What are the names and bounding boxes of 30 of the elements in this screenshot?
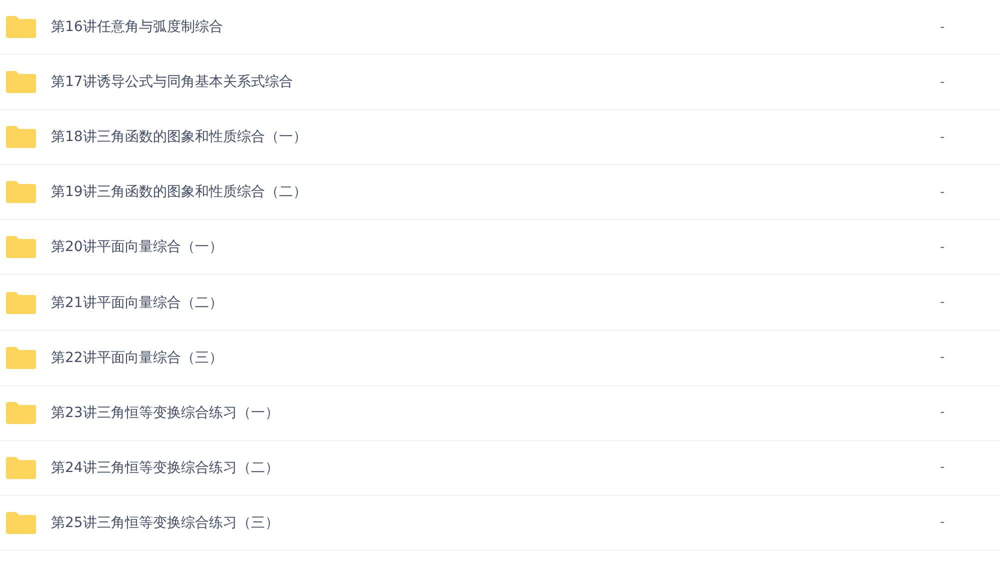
folder-icon <box>5 180 37 204</box>
file-size: - <box>940 20 946 35</box>
folder-icon <box>5 400 37 425</box>
folder-name[interactable]: 第23讲三角恒等变换综合练习（一） <box>51 404 940 422</box>
file-size: - <box>940 515 946 530</box>
folder-name[interactable]: 第25讲三角恒等变换综合练习（三） <box>51 514 940 532</box>
folder-icon <box>5 235 37 260</box>
folder-icon <box>5 290 37 315</box>
folder-name[interactable]: 第17讲诱导公式与同角基本关系式综合 <box>51 73 940 92</box>
folder-icon <box>5 125 37 150</box>
file-size: - <box>940 295 946 310</box>
folder-icon <box>5 510 37 535</box>
folder-name[interactable]: 第16讲任意角与弧度制综合 <box>51 18 940 36</box>
folder-icon <box>5 70 37 94</box>
folder-name[interactable]: 第21讲平面向量综合（二） <box>51 294 940 312</box>
file-size: - <box>940 184 946 200</box>
file-size: - <box>940 460 946 476</box>
folder-icon <box>5 15 37 40</box>
folder-icon <box>5 346 37 370</box>
file-size: - <box>940 130 946 145</box>
file-size: - <box>940 240 946 255</box>
folder-icon <box>5 456 37 480</box>
file-size: - <box>940 405 946 420</box>
folder-name[interactable]: 第19讲三角函数的图象和性质综合（二） <box>51 183 940 202</box>
folder-name[interactable]: 第20讲平面向量综合（一） <box>51 238 940 256</box>
file-size: - <box>940 74 946 90</box>
folder-name[interactable]: 第22讲平面向量综合（三） <box>51 348 940 367</box>
folder-name[interactable]: 第18讲三角函数的图象和性质综合（一） <box>51 128 940 146</box>
file-size: - <box>940 350 946 366</box>
folder-name[interactable]: 第24讲三角恒等变换综合练习（二） <box>51 458 940 477</box>
